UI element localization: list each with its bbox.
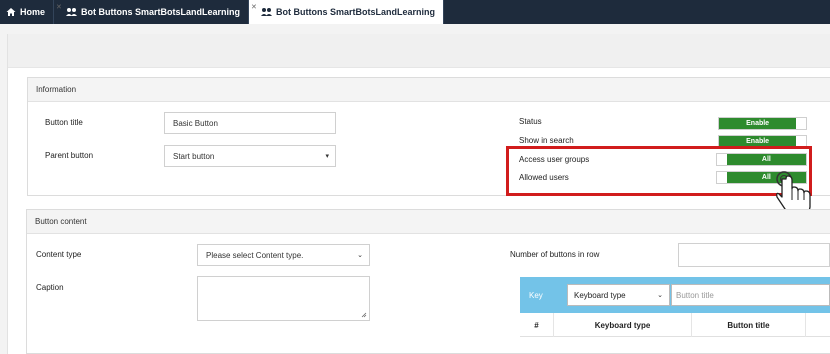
show-in-search-label: Show in search — [519, 136, 574, 145]
button-title-field[interactable]: Basic Button — [164, 112, 336, 134]
panel-header: Button content — [27, 210, 830, 234]
bot-icon — [261, 8, 273, 16]
caption-textarea[interactable] — [197, 276, 370, 321]
status-label: Status — [519, 117, 542, 126]
toggle-knob — [796, 118, 806, 129]
close-icon[interactable]: ✕ — [56, 3, 62, 11]
resize-handle-icon[interactable] — [361, 312, 367, 318]
parent-button-select[interactable]: Start button ▾ — [164, 145, 336, 167]
tab-home-label: Home — [20, 7, 46, 17]
button-title-value: Basic Button — [173, 118, 218, 128]
button-title-label: Button title — [45, 118, 83, 127]
toggle-on-label: Enable — [719, 118, 797, 129]
home-icon — [6, 8, 16, 16]
parent-button-label: Parent button — [45, 151, 94, 160]
key-label: Key — [529, 291, 543, 300]
keyboard-type-select[interactable]: Keyboard type ⌄ — [567, 284, 670, 306]
status-toggle[interactable]: Enable — [718, 117, 807, 130]
content-type-label: Content type — [36, 250, 82, 259]
chevron-down-icon: ⌄ — [357, 252, 363, 259]
panel-header: Information — [28, 78, 830, 102]
key-bar: Key Keyboard type ⌄ Button title — [520, 277, 830, 313]
buttons-in-row-label: Number of buttons in row — [510, 250, 600, 259]
tab-bar: Home ✕ Bot Buttons SmartBotsLandLearning… — [0, 0, 830, 24]
tab-home[interactable]: Home — [0, 0, 55, 24]
chevron-down-icon: ▾ — [325, 153, 329, 160]
buttons-in-row-input[interactable] — [678, 243, 830, 267]
toolbar-strip — [8, 34, 830, 68]
chevron-down-icon: ⌄ — [657, 292, 663, 299]
content-type-placeholder: Please select Content type. — [206, 250, 304, 260]
column-header-button-title: Button title — [692, 313, 806, 337]
column-header-index: # — [520, 313, 554, 337]
tab-label: Bot Buttons SmartBotsLandLearning — [81, 7, 241, 17]
buttons-table-header: # Keyboard type Button title — [520, 313, 830, 337]
button-title-placeholder: Button title — [676, 290, 714, 300]
tab-label: Bot Buttons SmartBotsLandLearning — [276, 7, 436, 17]
close-icon[interactable]: ✕ — [251, 3, 257, 11]
content-type-select[interactable]: Please select Content type. ⌄ — [197, 244, 370, 266]
tab-bot-buttons-1[interactable]: ✕ Bot Buttons SmartBotsLandLearning — [54, 0, 250, 24]
keyboard-type-value: Keyboard type — [574, 290, 626, 300]
bot-icon — [66, 8, 78, 16]
highlight-box — [506, 146, 812, 196]
parent-button-value: Start button — [173, 151, 215, 161]
caption-label: Caption — [36, 283, 64, 292]
column-header-keyboard-type: Keyboard type — [554, 313, 692, 337]
button-title-input[interactable]: Button title — [671, 284, 830, 306]
tab-bot-buttons-2[interactable]: ✕ Bot Buttons SmartBotsLandLearning — [249, 0, 445, 24]
